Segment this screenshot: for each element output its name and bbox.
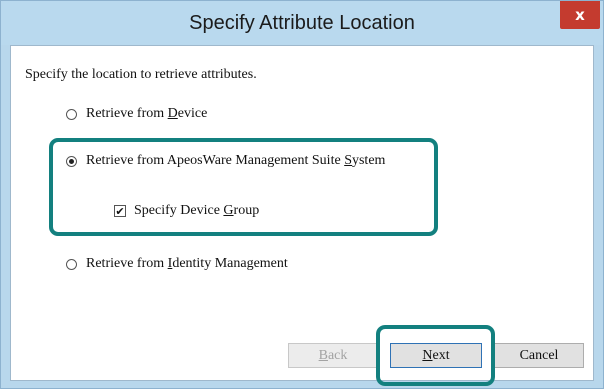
cancel-button[interactable]: Cancel: [494, 343, 584, 368]
highlight-callout-options: [49, 138, 438, 236]
close-icon: x: [575, 6, 585, 24]
instruction-text: Specify the location to retrieve attribu…: [25, 67, 257, 82]
radio-button-identity[interactable]: [66, 258, 77, 270]
close-button[interactable]: x: [560, 1, 600, 29]
highlight-callout-next: [376, 325, 495, 386]
radio-label-identity: Retrieve from Identity Management: [86, 256, 288, 271]
back-button[interactable]: Back: [288, 343, 378, 368]
radio-label-device: Retrieve from Device: [86, 106, 208, 121]
radio-retrieve-from-identity-management[interactable]: Retrieve from Identity Management: [66, 256, 288, 272]
radio-button-device[interactable]: [66, 108, 77, 120]
title-bar[interactable]: Specify Attribute Location x: [1, 1, 603, 45]
radio-retrieve-from-device[interactable]: Retrieve from Device: [66, 106, 207, 122]
dialog-title: Specify Attribute Location: [189, 12, 415, 34]
